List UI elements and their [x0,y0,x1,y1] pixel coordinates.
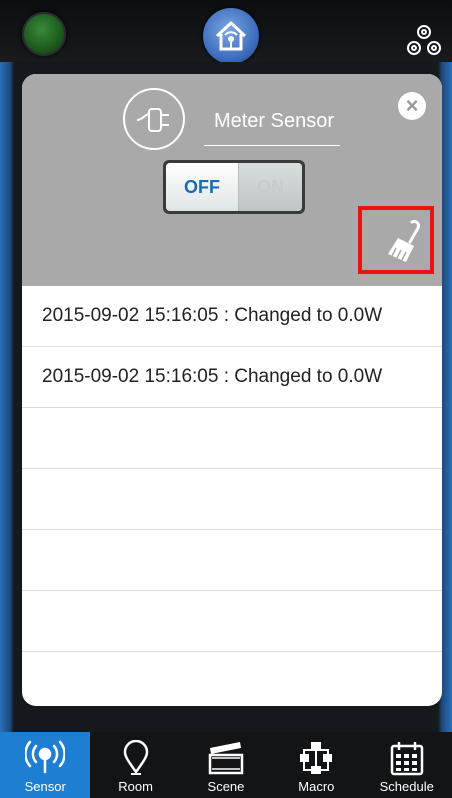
dialog-header: Meter Sensor × OFF ON [22,74,442,286]
event-log-list[interactable]: 2015-09-02 15:16:05 : Changed to 0.0W 20… [22,286,442,652]
tab-schedule[interactable]: Schedule [362,732,452,798]
device-title: Meter Sensor [213,110,335,132]
clear-log-button[interactable] [358,206,434,274]
title-underline [204,145,340,146]
bottom-tab-bar: Sensor Room Scene Macro Schedule [0,732,452,798]
tab-label: Scene [207,779,245,794]
sensor-detail-dialog: Meter Sensor × OFF ON 2015-09-02 15:16:0… [22,74,442,706]
close-icon[interactable]: × [398,92,426,120]
top-bar [0,0,452,70]
tab-sensor[interactable]: Sensor [0,732,91,798]
log-entry [22,530,442,591]
log-entry [22,591,442,652]
log-entry: 2015-09-02 15:16:05 : Changed to 0.0W [22,286,442,347]
log-entry: 2015-09-02 15:16:05 : Changed to 0.0W [22,347,442,408]
tab-macro[interactable]: Macro [271,732,361,798]
room-icon [123,740,148,775]
macro-icon [300,742,333,774]
schedule-icon [390,742,423,776]
tab-room[interactable]: Room [90,732,180,798]
log-entry [22,408,442,469]
power-switch[interactable]: OFF ON [163,160,305,214]
settings-gear-icon[interactable] [404,20,444,60]
broom-icon [388,220,420,262]
scene-icon [208,742,244,775]
tab-scene[interactable]: Scene [181,732,271,798]
log-entry [22,469,442,530]
tab-label: Schedule [379,779,434,794]
home-logo-icon[interactable] [203,8,259,64]
switch-off-label[interactable]: OFF [166,163,239,211]
connection-status-icon [22,12,66,56]
tab-label: Sensor [24,779,66,794]
tab-label: Room [118,779,153,794]
switch-on-label[interactable]: ON [239,163,302,211]
plug-icon [123,88,185,150]
power-switch-track: OFF ON [166,163,302,211]
sensor-icon [25,740,66,774]
tab-label: Macro [298,779,335,794]
